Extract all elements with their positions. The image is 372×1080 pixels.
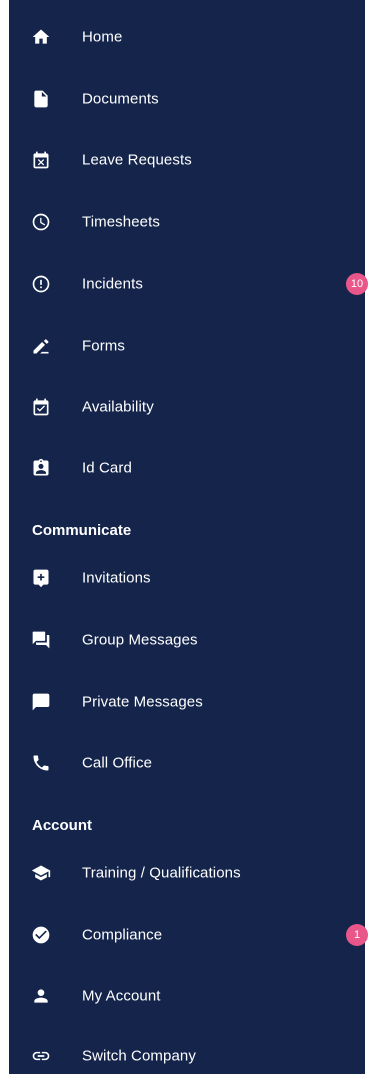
menu-item-label: Training / Qualifications bbox=[82, 864, 241, 882]
menu-item-label: Home bbox=[82, 28, 123, 46]
menu-item-training-qualifications[interactable]: Training / Qualifications bbox=[9, 849, 365, 897]
check-circle-icon bbox=[31, 925, 51, 945]
menu-item-label: Group Messages bbox=[82, 631, 198, 649]
menu-item-invitations[interactable]: Invitations bbox=[9, 554, 365, 602]
menu-item-label: Forms bbox=[82, 337, 125, 355]
section-heading-communicate: Communicate bbox=[32, 522, 132, 539]
menu-item-compliance[interactable]: Compliance 1 bbox=[9, 911, 368, 959]
home-icon bbox=[31, 27, 51, 47]
document-icon bbox=[31, 89, 51, 109]
graduation-cap-icon bbox=[31, 863, 51, 883]
menu-item-label: Availability bbox=[82, 398, 154, 416]
navigation-drawer: Home Documents Leave Requests Timesheets… bbox=[9, 0, 368, 1074]
person-icon bbox=[31, 986, 51, 1006]
notification-badge: 1 bbox=[346, 924, 368, 946]
menu-item-label: Compliance bbox=[82, 926, 163, 944]
menu-item-timesheets[interactable]: Timesheets bbox=[9, 198, 365, 246]
menu-item-switch-company[interactable]: Switch Company bbox=[9, 1032, 365, 1080]
menu-item-label: Private Messages bbox=[82, 693, 203, 711]
menu-item-forms[interactable]: Forms bbox=[9, 322, 365, 370]
menu-item-private-messages[interactable]: Private Messages bbox=[9, 678, 365, 726]
menu-item-label: Switch Company bbox=[82, 1047, 196, 1065]
menu-item-my-account[interactable]: My Account bbox=[9, 972, 365, 1020]
link-icon bbox=[31, 1046, 51, 1066]
menu-item-call-office[interactable]: Call Office bbox=[9, 739, 365, 787]
id-badge-icon bbox=[31, 458, 51, 478]
menu-item-label: Call Office bbox=[82, 754, 153, 772]
menu-item-label: Id Card bbox=[82, 459, 132, 477]
forum-icon bbox=[31, 630, 51, 650]
menu-item-label: Invitations bbox=[82, 569, 151, 587]
menu-item-incidents[interactable]: Incidents 10 bbox=[9, 260, 368, 308]
calendar-check-icon bbox=[31, 397, 51, 417]
menu-item-leave-requests[interactable]: Leave Requests bbox=[9, 136, 365, 184]
menu-item-label: My Account bbox=[82, 987, 161, 1005]
section-heading-account: Account bbox=[32, 817, 92, 834]
calendar-x-icon bbox=[31, 150, 51, 170]
menu-item-documents[interactable]: Documents bbox=[9, 75, 365, 123]
menu-item-label: Timesheets bbox=[82, 213, 160, 231]
menu-item-label: Leave Requests bbox=[82, 151, 192, 169]
message-icon bbox=[31, 692, 51, 712]
pen-icon bbox=[31, 336, 51, 356]
notification-badge: 10 bbox=[346, 273, 368, 295]
menu-item-group-messages[interactable]: Group Messages bbox=[9, 616, 365, 664]
phone-icon bbox=[31, 753, 51, 773]
alert-circle-icon bbox=[31, 274, 51, 294]
menu-item-label: Documents bbox=[82, 90, 159, 108]
menu-item-availability[interactable]: Availability bbox=[9, 383, 365, 431]
invite-plus-icon bbox=[31, 568, 51, 588]
menu-item-home[interactable]: Home bbox=[9, 13, 365, 61]
menu-item-label: Incidents bbox=[82, 275, 143, 293]
clock-icon bbox=[31, 212, 51, 232]
menu-item-id-card[interactable]: Id Card bbox=[9, 444, 365, 492]
